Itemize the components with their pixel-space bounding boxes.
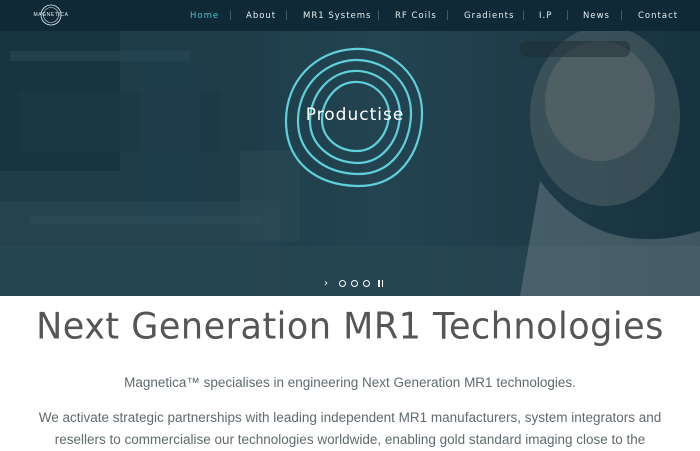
nav-separator — [378, 10, 379, 20]
nav-item-news[interactable]: News — [583, 9, 610, 23]
nav-separator — [621, 10, 622, 20]
nav-item-rf-coils[interactable]: RF Coils — [395, 9, 437, 23]
body-paragraph: We activate strategic partnerships with … — [38, 410, 662, 447]
logo-text: MAGNETICA — [33, 12, 69, 18]
nav-separator — [567, 10, 568, 20]
nav-separator — [447, 10, 448, 20]
nav-item-contact[interactable]: Contact — [638, 9, 678, 23]
nav-item-gradients[interactable]: Gradients — [464, 9, 514, 23]
intro-paragraph: Magnetica™ specialises in engineering Ne… — [124, 375, 576, 390]
slide-dot-2[interactable] — [351, 280, 358, 287]
top-navigation-bar: MAGNETICA Home About MR1 Systems RF Coil… — [0, 0, 700, 31]
nav-separator — [523, 10, 524, 20]
nav-item-about[interactable]: About — [246, 9, 276, 23]
slide-dot-3[interactable] — [363, 280, 370, 287]
magnetica-logo[interactable]: MAGNETICA — [31, 4, 71, 26]
hero-slider: Productise › — [0, 31, 700, 296]
nav-separator — [286, 10, 287, 20]
nav-item-home[interactable]: Home — [190, 9, 219, 23]
slide-dot-1[interactable] — [339, 280, 346, 287]
nav-separator — [230, 10, 231, 20]
nav-item-ip[interactable]: I.P — [539, 9, 552, 23]
pause-icon[interactable] — [378, 280, 384, 288]
slide-title: Productise — [305, 105, 405, 125]
nav-item-mr1-systems[interactable]: MR1 Systems — [303, 9, 371, 23]
page-headline: Next Generation MR1 Technologies — [36, 306, 664, 348]
slider-controls: › — [322, 278, 392, 290]
chevron-right-icon[interactable]: › — [324, 278, 328, 290]
